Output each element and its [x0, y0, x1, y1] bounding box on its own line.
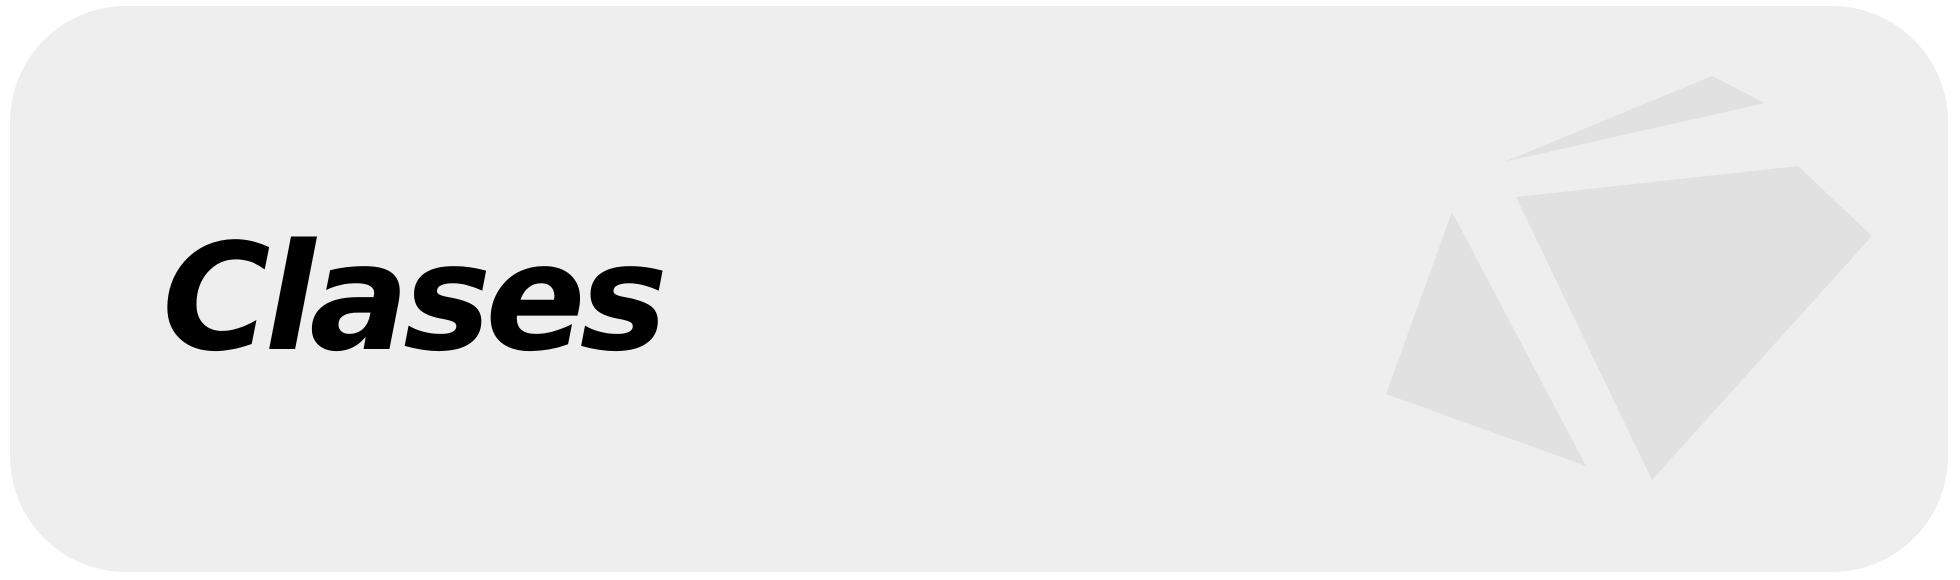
card-title: Clases [162, 212, 668, 384]
shard-right [1516, 166, 1872, 480]
clases-card[interactable]: Clases [10, 6, 1948, 572]
shard-top [1504, 76, 1765, 162]
